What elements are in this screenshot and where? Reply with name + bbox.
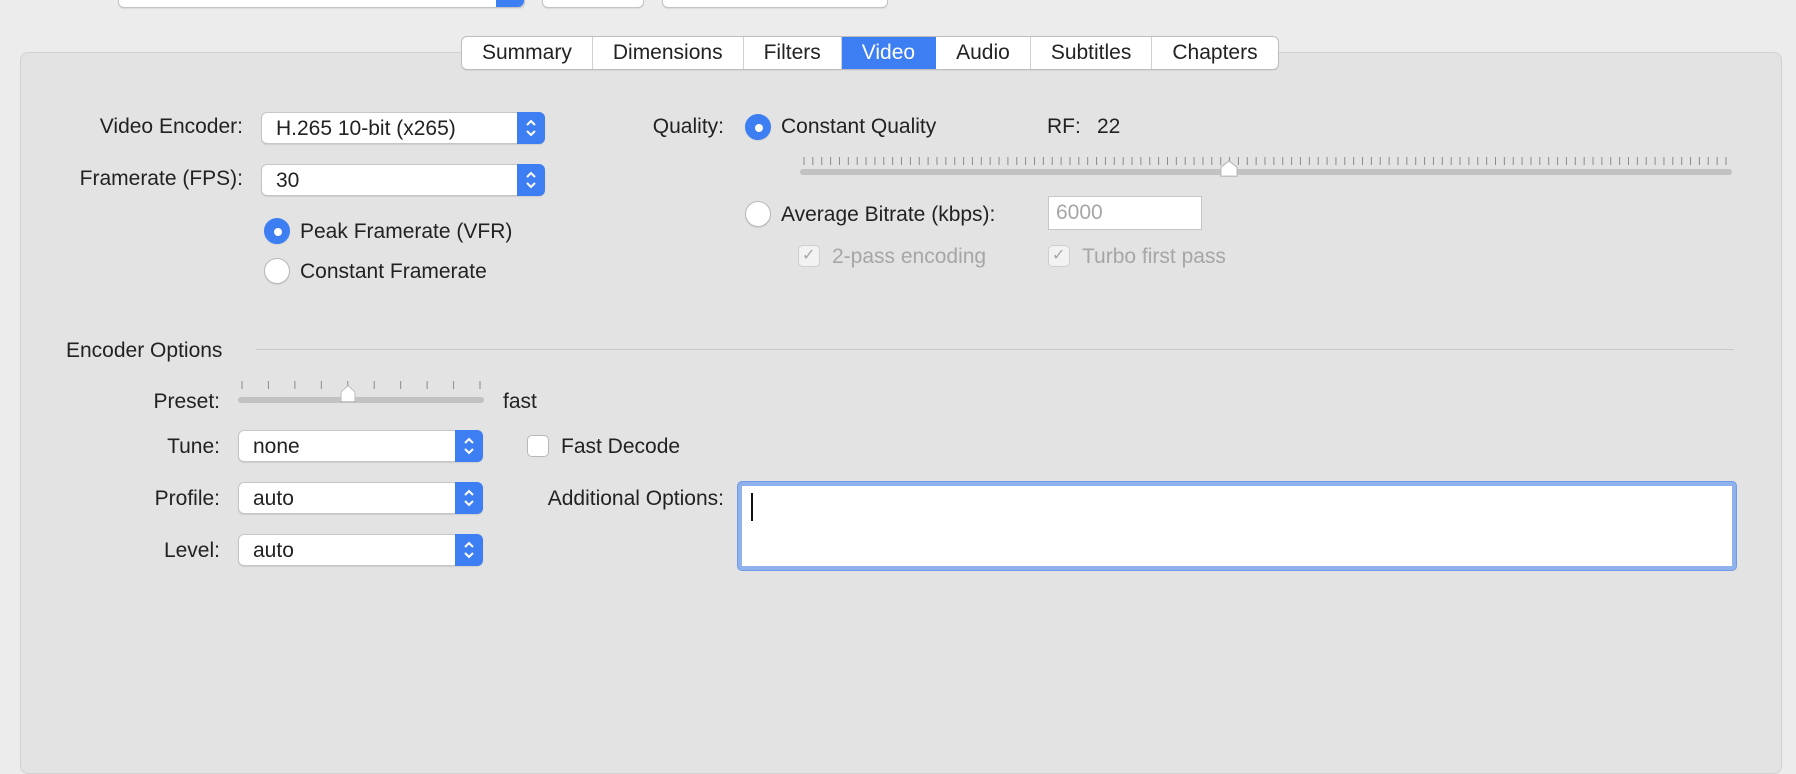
- constant-framerate-label: Constant Framerate: [300, 260, 487, 283]
- peak-framerate-label: Peak Framerate (VFR): [300, 220, 513, 243]
- text-caret: [751, 493, 753, 521]
- tab-summary[interactable]: Summary: [462, 37, 593, 69]
- rf-slider-ticks: [803, 157, 1727, 165]
- toolbar-button-partial[interactable]: [542, 0, 644, 8]
- framerate-label: Framerate (FPS):: [79, 167, 243, 190]
- two-pass-checkbox[interactable]: ✓: [798, 245, 820, 267]
- tab-dimensions[interactable]: Dimensions: [593, 37, 744, 69]
- tune-value: none: [253, 435, 300, 458]
- tab-audio[interactable]: Audio: [936, 37, 1031, 69]
- rf-slider-thumb[interactable]: [1218, 160, 1240, 178]
- tune-label: Tune:: [167, 435, 220, 458]
- chevron-updown-icon: [517, 164, 545, 196]
- checkmark-icon: ✓: [1052, 247, 1066, 264]
- video-encoder-value: H.265 10-bit (x265): [276, 117, 456, 140]
- tab-subtitles[interactable]: Subtitles: [1031, 37, 1153, 69]
- quality-label: Quality:: [652, 115, 724, 138]
- preset-slider-track[interactable]: [238, 397, 484, 403]
- preset-slider-ticks: [241, 381, 481, 389]
- video-encoder-popup[interactable]: H.265 10-bit (x265): [261, 112, 545, 144]
- turbo-first-pass-checkbox[interactable]: ✓: [1048, 245, 1070, 267]
- video-encoder-label: Video Encoder:: [99, 115, 243, 138]
- level-label: Level:: [163, 539, 220, 562]
- rf-value: 22: [1097, 115, 1121, 138]
- encoder-options-title: Encoder Options: [66, 339, 223, 362]
- bitrate-input[interactable]: 6000: [1048, 196, 1202, 230]
- additional-options-input[interactable]: [738, 482, 1736, 570]
- rf-slider-track[interactable]: [800, 169, 1732, 175]
- tab-chapters[interactable]: Chapters: [1152, 37, 1277, 69]
- tune-popup[interactable]: none: [238, 430, 483, 462]
- chevron-updown-icon: [455, 430, 483, 462]
- chevron-updown-icon: [455, 482, 483, 514]
- chevron-updown-icon: [455, 534, 483, 566]
- chevron-updown-icon: [517, 112, 545, 144]
- preset-popup-arrow: [496, 0, 524, 7]
- tab-video[interactable]: Video: [841, 37, 937, 69]
- tab-filters[interactable]: Filters: [744, 37, 842, 69]
- turbo-first-pass-label: Turbo first pass: [1082, 245, 1226, 268]
- profile-label: Profile:: [154, 487, 220, 510]
- average-bitrate-radio[interactable]: [745, 201, 771, 227]
- peak-framerate-radio[interactable]: [264, 218, 290, 244]
- fast-decode-label: Fast Decode: [561, 435, 681, 458]
- bitrate-placeholder: 6000: [1056, 201, 1103, 224]
- additional-options-label: Additional Options:: [547, 487, 724, 510]
- level-value: auto: [253, 539, 294, 562]
- preset-value: fast: [503, 390, 537, 413]
- rf-label: RF:: [1047, 115, 1081, 138]
- fast-decode-checkbox[interactable]: [527, 435, 549, 457]
- framerate-value: 30: [276, 169, 300, 192]
- constant-quality-label: Constant Quality: [781, 115, 937, 138]
- average-bitrate-label: Average Bitrate (kbps):: [781, 203, 996, 226]
- level-popup[interactable]: auto: [238, 534, 483, 566]
- framerate-popup[interactable]: 30: [261, 164, 545, 196]
- two-pass-label: 2-pass encoding: [832, 245, 987, 268]
- preset-popup-partial[interactable]: [118, 0, 525, 8]
- preset-label: Preset:: [153, 390, 220, 413]
- profile-value: auto: [253, 487, 294, 510]
- preset-slider-thumb[interactable]: [337, 385, 359, 403]
- toolbar-field-partial[interactable]: [662, 0, 888, 8]
- profile-popup[interactable]: auto: [238, 482, 483, 514]
- tab-bar: Summary Dimensions Filters Video Audio S…: [461, 36, 1279, 70]
- constant-quality-radio[interactable]: [745, 114, 771, 140]
- checkmark-icon: ✓: [802, 247, 816, 264]
- constant-framerate-radio[interactable]: [264, 258, 290, 284]
- encoder-options-divider: [256, 349, 1734, 350]
